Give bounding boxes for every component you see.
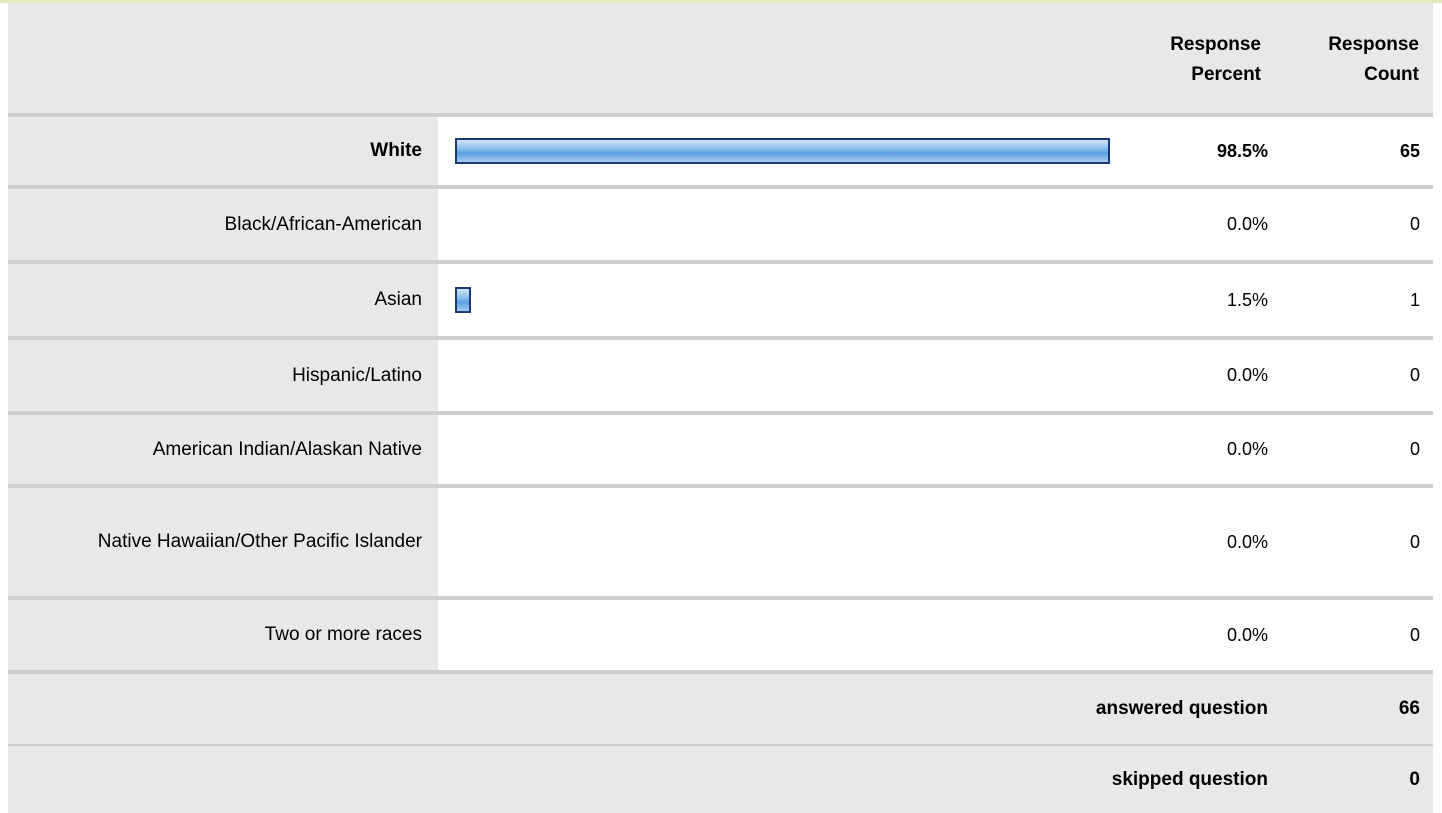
row-label: Two or more races — [8, 600, 438, 670]
skipped-question-value: 0 — [1409, 768, 1420, 790]
row-label: Hispanic/Latino — [8, 340, 438, 411]
answered-question-value: 66 — [1398, 698, 1420, 719]
table-row: Black/African-American 0.0% 0 — [8, 189, 1433, 260]
header-response-percent-line1: Response — [1170, 34, 1261, 55]
row-label: White — [8, 117, 438, 185]
row-percent: 1.5% — [1226, 289, 1268, 310]
row-label: American Indian/Alaskan Native — [8, 415, 438, 484]
row-count: 0 — [1409, 214, 1420, 234]
row-label: Asian — [8, 264, 438, 336]
row-count: 1 — [1409, 289, 1420, 310]
table-header: Response Percent Response Count — [8, 3, 1433, 113]
row-count: 0 — [1409, 439, 1420, 459]
response-bar — [455, 138, 1110, 164]
row-percent: 0.0% — [1226, 439, 1268, 459]
table-row: Two or more races 0.0% 0 — [8, 600, 1433, 670]
row-percent: 0.0% — [1226, 214, 1268, 234]
table-row: Hispanic/Latino 0.0% 0 — [8, 340, 1433, 411]
header-response-count: Response Count — [1279, 30, 1419, 90]
skipped-question-row: skipped question 0 — [8, 746, 1433, 813]
row-percent: 98.5% — [1216, 140, 1268, 161]
skipped-question-label: skipped question — [1111, 768, 1268, 790]
row-count: 0 — [1409, 531, 1420, 552]
row-count: 65 — [1399, 140, 1420, 161]
row-label: Native Hawaiian/Other Pacific Islander — [8, 488, 438, 596]
row-percent: 0.0% — [1226, 624, 1268, 645]
answered-question-label: answered question — [1095, 698, 1268, 719]
survey-results-table: Response Percent Response Count White 98… — [0, 0, 1442, 813]
header-response-percent-line2: Percent — [1191, 64, 1261, 85]
table-row: Asian 1.5% 1 — [8, 264, 1433, 336]
table-row: Native Hawaiian/Other Pacific Islander 0… — [8, 488, 1433, 596]
header-response-count-line2: Count — [1364, 64, 1419, 85]
answered-question-row: answered question 66 — [8, 674, 1433, 744]
row-label: Black/African-American — [8, 189, 438, 260]
row-percent: 0.0% — [1226, 365, 1268, 385]
table-row: American Indian/Alaskan Native 0.0% 0 — [8, 415, 1433, 484]
row-count: 0 — [1409, 624, 1420, 645]
header-response-count-line1: Response — [1328, 34, 1419, 55]
header-response-percent: Response Percent — [1121, 30, 1261, 90]
response-bar — [455, 287, 471, 313]
row-count: 0 — [1409, 365, 1420, 385]
row-percent: 0.0% — [1226, 531, 1268, 552]
table-row: White 98.5% 65 — [8, 117, 1433, 185]
